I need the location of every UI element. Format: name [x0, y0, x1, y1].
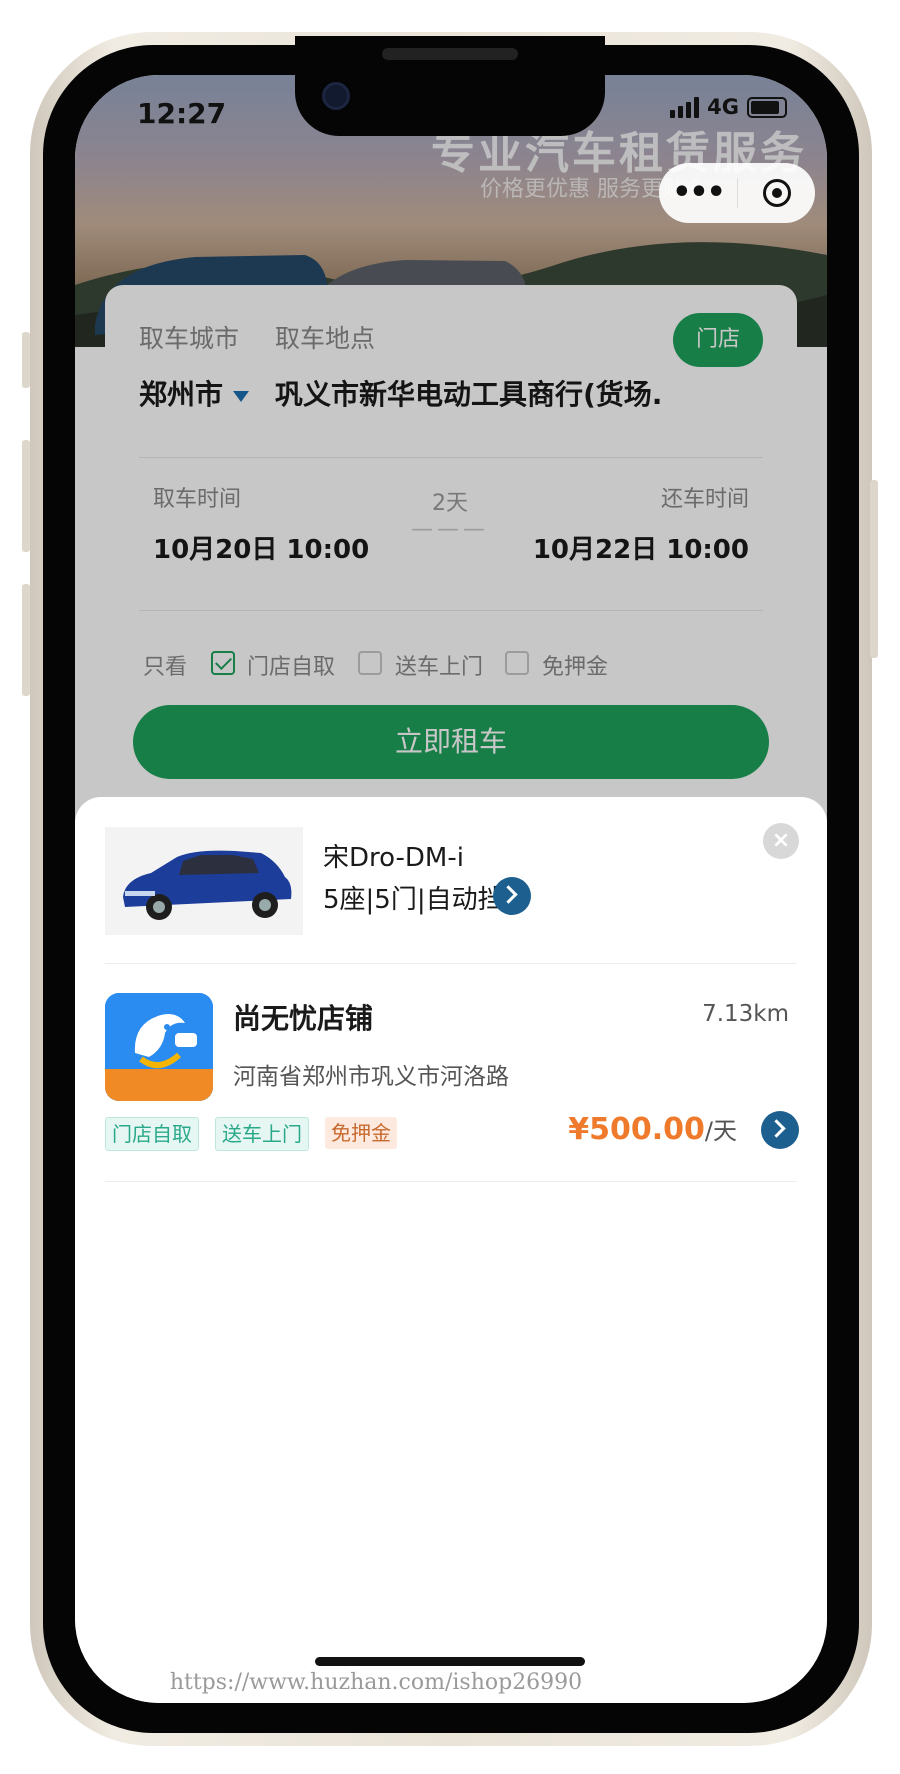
miniprogram-capsule: •••	[659, 163, 815, 223]
signal-icon	[670, 96, 700, 118]
volume-down-button	[22, 584, 30, 696]
front-camera	[322, 82, 350, 110]
price: ¥500.00/天	[568, 1111, 737, 1147]
status-time: 12:27	[137, 97, 227, 130]
more-dots-icon[interactable]: •••	[659, 163, 737, 223]
shop-detail-arrow-icon[interactable]	[761, 1111, 799, 1149]
tag-store-pickup: 门店自取	[105, 1117, 199, 1151]
car-name: 宋Dro-DM-i	[323, 843, 464, 873]
car-detail-arrow-icon[interactable]	[493, 877, 531, 915]
divider	[105, 963, 797, 964]
car-spec: 5座|5门|自动挡	[323, 885, 504, 915]
shop-address: 河南省郑州市巩义市河洛路	[233, 1064, 509, 1090]
tag-delivery: 送车上门	[215, 1117, 309, 1151]
screen: 专业汽车租赁服务 价格更优惠 服务更贴心 12:27 4G ••• 取车城市 取…	[75, 75, 827, 1703]
price-unit: /天	[704, 1117, 737, 1145]
target-icon	[762, 179, 791, 207]
dolphin-logo-icon	[105, 993, 213, 1101]
divider	[105, 1181, 797, 1182]
status-indicators: 4G	[670, 95, 787, 119]
watermark: https://www.huzhan.com/ishop26990	[169, 1670, 583, 1695]
network-type: 4G	[707, 95, 739, 119]
volume-up-button	[22, 440, 30, 552]
mute-switch	[22, 332, 30, 388]
car-illustration	[105, 827, 303, 935]
car-image	[105, 827, 303, 935]
power-button	[870, 480, 878, 658]
shop-logo	[105, 993, 213, 1101]
battery-icon	[747, 96, 787, 118]
home-indicator[interactable]	[315, 1657, 585, 1666]
store-bottom-sheet: × 宋Dro-DM-i 5座|5门|自动挡 尚无忧店铺 7.13km 河南省郑州…	[75, 797, 827, 1703]
shop-name[interactable]: 尚无忧店铺	[233, 997, 373, 1037]
close-miniprogram-button[interactable]	[738, 179, 815, 207]
shop-distance: 7.13km	[702, 1001, 789, 1027]
price-value: ¥500.00	[568, 1112, 705, 1147]
tag-no-deposit: 免押金	[325, 1117, 397, 1149]
close-button[interactable]: ×	[763, 823, 799, 859]
speaker	[382, 48, 518, 60]
